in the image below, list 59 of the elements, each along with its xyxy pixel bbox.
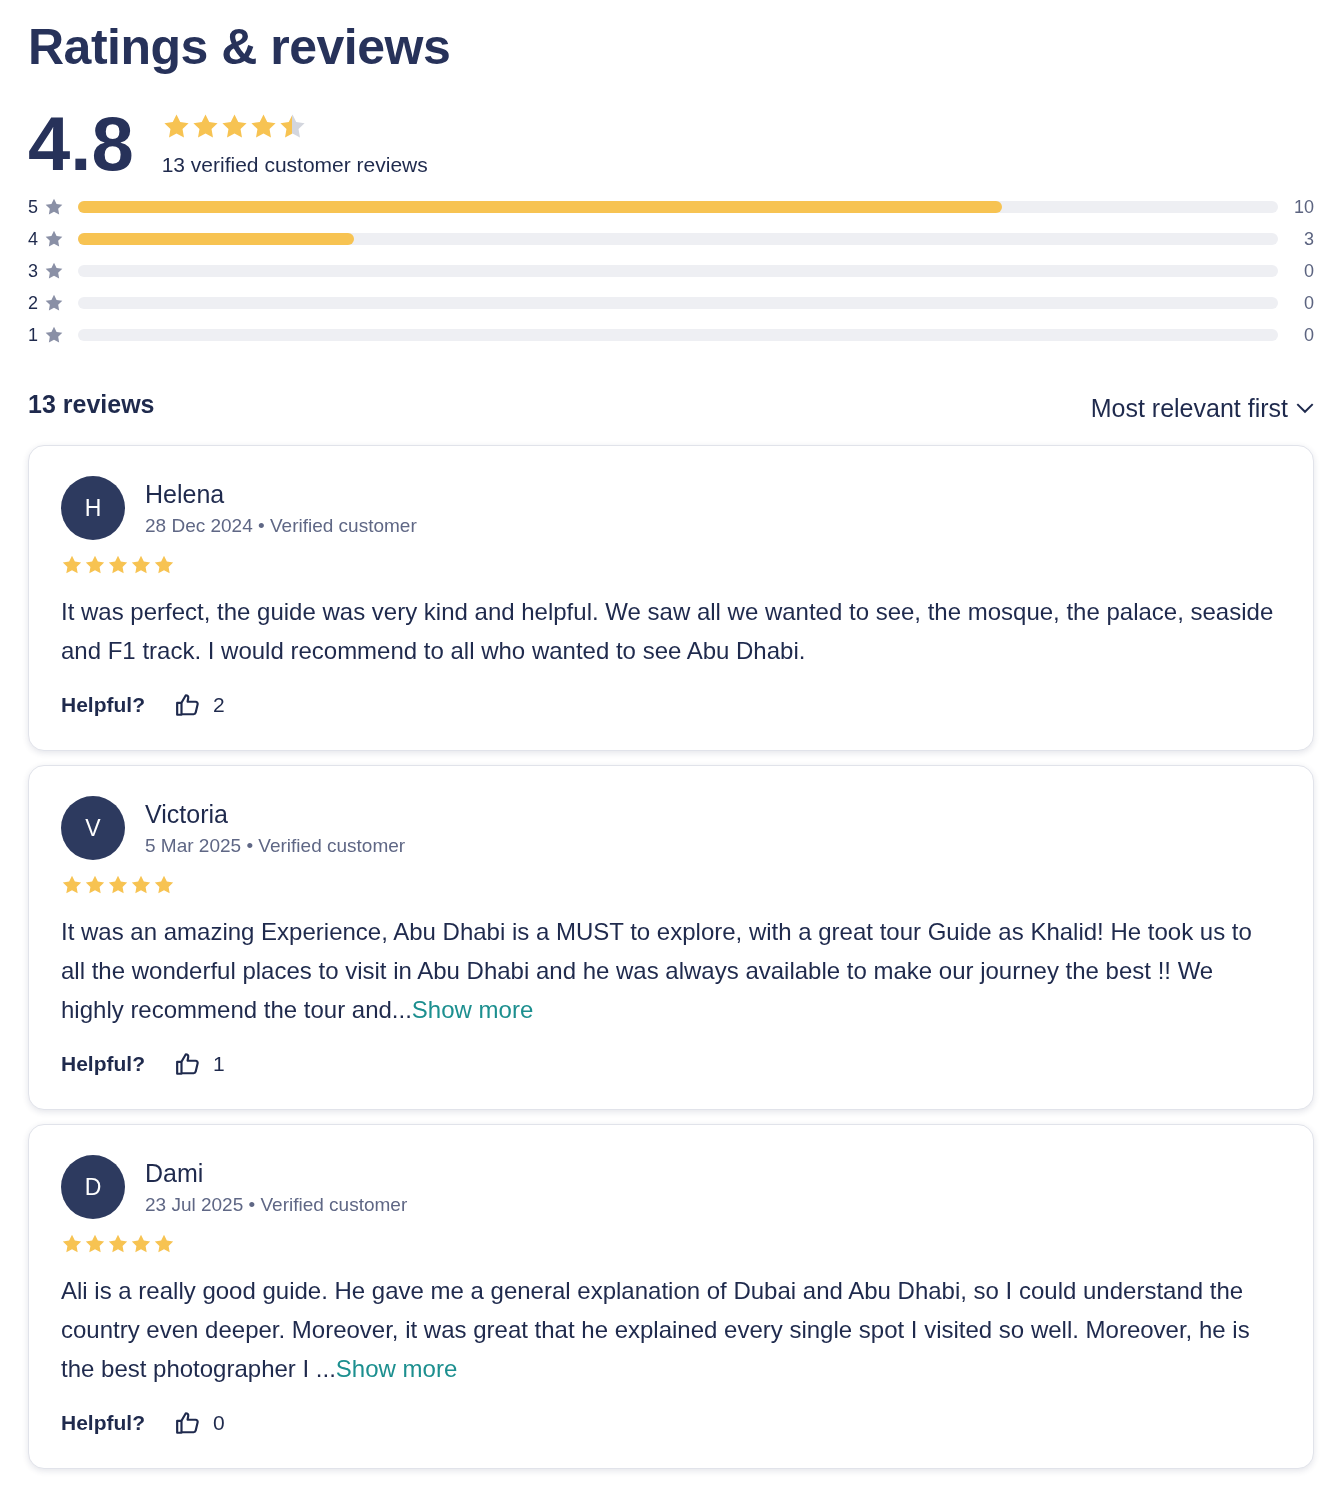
review-text: Ali is a really good guide. He gave me a general explanation of Dubai and Abu Dhabi, so I could understand the country even deeper. Moreover, it was great that he explained every single spot I visited so well. Moreover, he is the best photographer I ...Show more (61, 1276, 1251, 1384)
thumbs-up-icon (175, 1410, 201, 1436)
star-icon (107, 874, 129, 896)
rating-label: 2 (28, 292, 39, 314)
star-icon (44, 229, 64, 249)
chevron-down-icon (1296, 403, 1314, 414)
reviewer-name: Helena (145, 479, 226, 509)
average-score: 4.8 (28, 106, 134, 182)
star-icon (61, 1233, 83, 1255)
star-icon (130, 1233, 152, 1255)
rating-count: 3 (1303, 228, 1314, 250)
thumbs-up-button[interactable]: 1 (175, 1051, 225, 1077)
helpful-label: Helpful? (61, 693, 145, 717)
star-icon (130, 874, 152, 896)
star-icon (44, 325, 64, 345)
avatar: D (61, 1155, 125, 1219)
thumbs-up-button[interactable]: 0 (175, 1410, 225, 1436)
page-title: Ratings & reviews (28, 18, 452, 76)
review-meta: 5 Mar 2025 • Verified customer (145, 834, 406, 857)
star-icon (153, 874, 175, 896)
review-text: It was perfect, the guide was very kind and helpful. We saw all we wanted to see, the mosque, the palace, seaside and F1 track. I would recommend to all who wanted to see Abu Dhabi. (61, 597, 1275, 666)
rating-count: 10 (1292, 196, 1314, 218)
rating-count: 0 (1303, 292, 1314, 314)
star-icon (84, 874, 106, 896)
thumbs-up-icon (175, 692, 201, 718)
review-meta: 28 Dec 2024 • Verified customer (145, 514, 417, 537)
reviews-count: 13 reviews (28, 390, 155, 419)
helpful-label: Helpful? (61, 1411, 145, 1435)
review-meta: 23 Jul 2025 • Verified customer (145, 1193, 408, 1216)
avatar: V (61, 796, 125, 860)
star-icon (61, 554, 83, 576)
show-more-link[interactable]: Show more (411, 996, 534, 1023)
star-icon (153, 1233, 175, 1255)
show-more-link[interactable]: Show more (335, 1355, 458, 1382)
helpful-label: Helpful? (61, 1052, 145, 1076)
review-count-caption: 13 verified customer reviews (161, 152, 428, 177)
star-icon (44, 197, 64, 217)
star-icon (84, 1233, 106, 1255)
star-icon (107, 554, 129, 576)
rating-label: 3 (28, 260, 39, 282)
rating-label: 4 (28, 228, 39, 250)
review-text: It was an amazing Experience, Abu Dhabi is a MUST to explore, with a great tour Guide as Khalid! He took us to all the wonderful places to visit in Abu Dhabi and he was always available to make our journey the best !! We highly recommend the tour and...Show more (61, 917, 1253, 1025)
star-icon (153, 554, 175, 576)
star-icon (61, 874, 83, 896)
reviewer-name: Victoria (145, 799, 229, 829)
thumbs-up-icon (175, 1051, 201, 1077)
star-icon (84, 554, 106, 576)
star-icon (130, 554, 152, 576)
rating-count: 0 (1303, 324, 1314, 346)
star-icon (44, 293, 64, 313)
star-icon (107, 1233, 129, 1255)
rating-count: 0 (1303, 260, 1314, 282)
star-icon (44, 261, 64, 281)
rating-label: 1 (28, 324, 39, 346)
rating-label: 5 (28, 196, 39, 218)
avatar: H (61, 476, 125, 540)
reviewer-name: Dami (145, 1158, 205, 1188)
sort-dropdown[interactable]: Most relevant first (1090, 394, 1314, 423)
thumbs-up-button[interactable]: 2 (175, 692, 225, 718)
